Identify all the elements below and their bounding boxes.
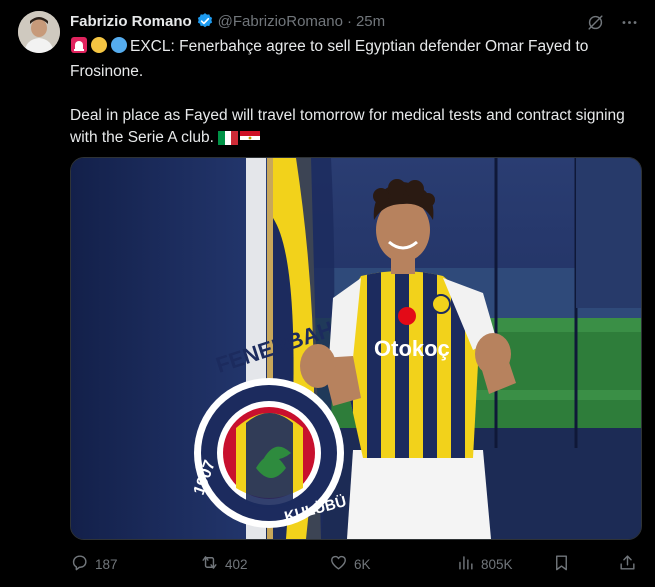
views-count: 805K	[481, 556, 513, 572]
tweet-actions: 187 402 6K 805K	[70, 553, 640, 575]
blue-circle-emoji-icon	[110, 36, 128, 61]
share-icon	[618, 553, 637, 575]
bookmark-icon	[552, 553, 571, 575]
egypt-flag-icon	[240, 130, 261, 152]
like-icon	[329, 553, 348, 575]
reply-count: 187	[95, 556, 118, 572]
timestamp[interactable]: 25m	[356, 13, 385, 30]
bookmark-button[interactable]	[552, 553, 571, 575]
reply-button[interactable]: 187	[70, 553, 118, 575]
author-handle[interactable]: @FabrizioRomano	[218, 13, 343, 30]
tweet-text: EXCL: Fenerbahçe agree to sell Egyptian …	[70, 36, 640, 152]
repost-count: 402	[225, 556, 248, 572]
tweet-line-1: EXCL: Fenerbahçe agree to sell Egyptian …	[70, 38, 589, 80]
author-name[interactable]: Fabrizio Romano	[70, 13, 192, 30]
siren-emoji-icon	[70, 36, 88, 61]
tweet-card[interactable]: Fabrizio Romano @FabrizioRomano · 25m EX…	[0, 0, 655, 587]
author-avatar[interactable]	[18, 11, 60, 53]
italy-flag-icon	[218, 130, 239, 152]
separator-dot: ·	[346, 12, 352, 30]
more-icon[interactable]	[619, 12, 639, 32]
like-button[interactable]: 6K	[329, 553, 371, 575]
repost-icon	[200, 553, 219, 575]
views-button[interactable]: 805K	[456, 553, 513, 575]
like-count: 6K	[354, 556, 371, 572]
tweet-paragraph-1: EXCL: Fenerbahçe agree to sell Egyptian …	[70, 36, 640, 83]
shirt-sponsor-text: Otokoç	[374, 336, 450, 361]
reply-icon	[70, 553, 89, 575]
tweet-paragraph-2: Deal in place as Fayed will travel tomor…	[70, 105, 640, 152]
repost-button[interactable]: 402	[200, 553, 248, 575]
grok-icon[interactable]	[585, 12, 605, 32]
tweet-line-2: Deal in place as Fayed will travel tomor…	[70, 107, 625, 146]
yellow-circle-emoji-icon	[90, 36, 108, 61]
verified-badge-icon	[196, 12, 214, 30]
share-button[interactable]	[618, 553, 637, 575]
views-icon	[456, 553, 475, 575]
tweet-photo[interactable]: FENERBAHÇE 1907 KULÜBÜ Otokoç	[70, 157, 642, 540]
